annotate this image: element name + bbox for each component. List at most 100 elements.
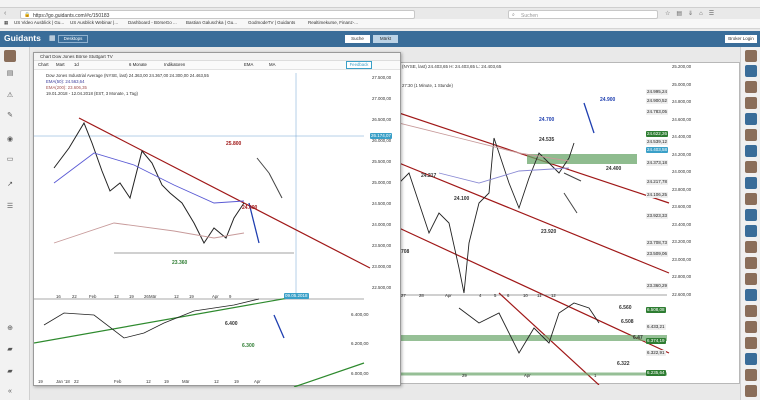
trendline [399, 227, 670, 354]
folder2-icon[interactable]: ▰ [4, 367, 16, 376]
avatar[interactable] [745, 225, 757, 237]
left-x-label: 12 [174, 294, 179, 299]
bookmark-1[interactable]: US Video Ausblick | Gu... [14, 20, 64, 25]
x-label: 11 [537, 293, 542, 298]
left-price-label: 24.500,00 [372, 201, 392, 206]
ann-708: 708 [401, 249, 410, 255]
avatar[interactable] [745, 369, 757, 381]
x-label: 12 [551, 293, 556, 298]
left-price-label: 25.500,00 [372, 159, 392, 164]
avatar[interactable] [745, 193, 757, 205]
avatar[interactable] [745, 81, 757, 93]
list-icon[interactable]: ☰ [4, 202, 16, 211]
app-header: Guidants ▦ Desktops Suche Märkt Broker L… [0, 31, 760, 47]
left-price-label: 27.500,00 [372, 75, 392, 80]
desktops-button[interactable]: Desktops [58, 35, 88, 43]
left-chart-window[interactable]: Chart Dow Jones Börse Stuttgart TV Chart… [33, 52, 401, 387]
left-x-label-lower: 19 [234, 379, 239, 384]
right-price-label: 23.800,00 [672, 186, 692, 192]
tools-icon[interactable]: ✎ [4, 111, 16, 120]
price-tag: 23.509,06 [646, 251, 669, 257]
avatar[interactable] [745, 65, 757, 77]
avatar[interactable] [745, 321, 757, 333]
watch-icon[interactable]: ◉ [4, 135, 16, 144]
arrow-up [583, 102, 595, 134]
right-price-label: 22.600,00 [672, 291, 692, 297]
x-label: 4 [479, 293, 482, 298]
right-price-label: 24.600,00 [672, 116, 692, 122]
bookmark-4[interactable]: Bastian Galuschka | Gu... [186, 20, 237, 25]
right-price-label: 23.000,00 [672, 256, 692, 262]
alert-icon[interactable]: ⚠ [4, 91, 16, 100]
price-line [399, 137, 575, 294]
avatar[interactable] [745, 385, 757, 397]
left-x-label: Apr [212, 294, 219, 299]
avatar[interactable] [745, 305, 757, 317]
search-button[interactable]: Suche [345, 35, 370, 43]
url-text: https://go.guidants.com/#c/150183 [33, 12, 110, 19]
markt-button[interactable]: Märkt [373, 35, 398, 43]
browser-tabbar [0, 0, 760, 8]
bookmark-6[interactable]: Realtimekurse, Finanz-... [308, 20, 358, 25]
search-placeholder: Suchen [521, 12, 538, 19]
avatar[interactable] [745, 353, 757, 365]
price-tag: 24.403,58 [646, 147, 669, 153]
grid-icon[interactable]: ▦ [49, 34, 56, 42]
left-price-label: 23.500,00 [372, 243, 392, 248]
bookmark-2[interactable]: US Ausblick Webinar |... [70, 20, 118, 25]
broker-login-button[interactable]: Broker Login [725, 35, 757, 43]
price-tag: 6.508,08 [646, 307, 666, 313]
left-price-label: 23.000,00 [372, 264, 392, 269]
chart-icon[interactable]: ↗ [4, 180, 16, 189]
arrow [268, 172, 283, 199]
news-icon[interactable]: ▤ [4, 69, 16, 78]
ema50-line [53, 152, 245, 204]
lower-trendline [34, 296, 295, 344]
monitor-icon[interactable]: ▭ [4, 155, 16, 164]
folder-icon[interactable]: ▰ [4, 345, 16, 354]
avatar[interactable] [745, 161, 757, 173]
avatar[interactable] [745, 97, 757, 109]
collapse-icon[interactable]: « [4, 387, 16, 396]
ann-6322: 6.322 [617, 361, 630, 367]
left-price-label: 22.500,00 [372, 285, 392, 290]
candles-proxy [53, 121, 245, 244]
search-input[interactable]: ⌕ Suchen [508, 10, 658, 19]
avatar[interactable] [745, 177, 757, 189]
avatar[interactable] [745, 241, 757, 253]
left-x-label-lower: Jan '18 [56, 379, 70, 384]
avatar[interactable] [745, 113, 757, 125]
arrow [563, 192, 578, 214]
lower-label: 6.000,00 [350, 371, 370, 377]
avatar[interactable] [745, 145, 757, 157]
avatar[interactable] [745, 257, 757, 269]
bookmarks-bar: ▦ US Video Ausblick | Gu... US Ausblick … [0, 19, 760, 29]
lower-label: 6.200,00 [350, 341, 370, 347]
avatar[interactable] [745, 337, 757, 349]
add-icon[interactable]: ⊕ [4, 324, 16, 333]
price-tag: 23.708,73 [646, 240, 669, 246]
price-tag: 24.539,12 [646, 139, 669, 145]
left-x-label: Mär [149, 294, 157, 299]
avatar[interactable] [745, 129, 757, 141]
right-price-label: 24.800,00 [672, 99, 692, 104]
price-tag: 24.622,26 [646, 131, 669, 137]
avatar[interactable] [745, 209, 757, 221]
ema200-line [53, 222, 245, 244]
browser-toolbar-icons[interactable]: ☆▤⇓⌂☰ [665, 10, 755, 19]
right-price-label: 25.200,00 [672, 64, 692, 69]
ann-25800: 25.800 [226, 141, 242, 147]
avatar[interactable] [745, 289, 757, 301]
bookmark-3[interactable]: Dashboard - BörseGo ... [128, 20, 177, 25]
back-icon[interactable]: ‹ [4, 10, 10, 18]
user-avatar[interactable] [4, 50, 16, 62]
left-x-label: Feb [89, 294, 97, 299]
avatar[interactable] [745, 50, 757, 62]
bookmark-5[interactable]: GodmodeTV | Guidants [248, 20, 295, 25]
avatar[interactable] [745, 273, 757, 285]
left-x-label-lower: 19 [164, 379, 169, 384]
apps-icon[interactable]: ▦ [4, 20, 8, 26]
address-bar[interactable]: 🔒 https://go.guidants.com/#c/150183 [20, 10, 415, 19]
price-tag: 6.322,91 [646, 350, 666, 356]
right-price-label: 24.000,00 [672, 169, 692, 174]
